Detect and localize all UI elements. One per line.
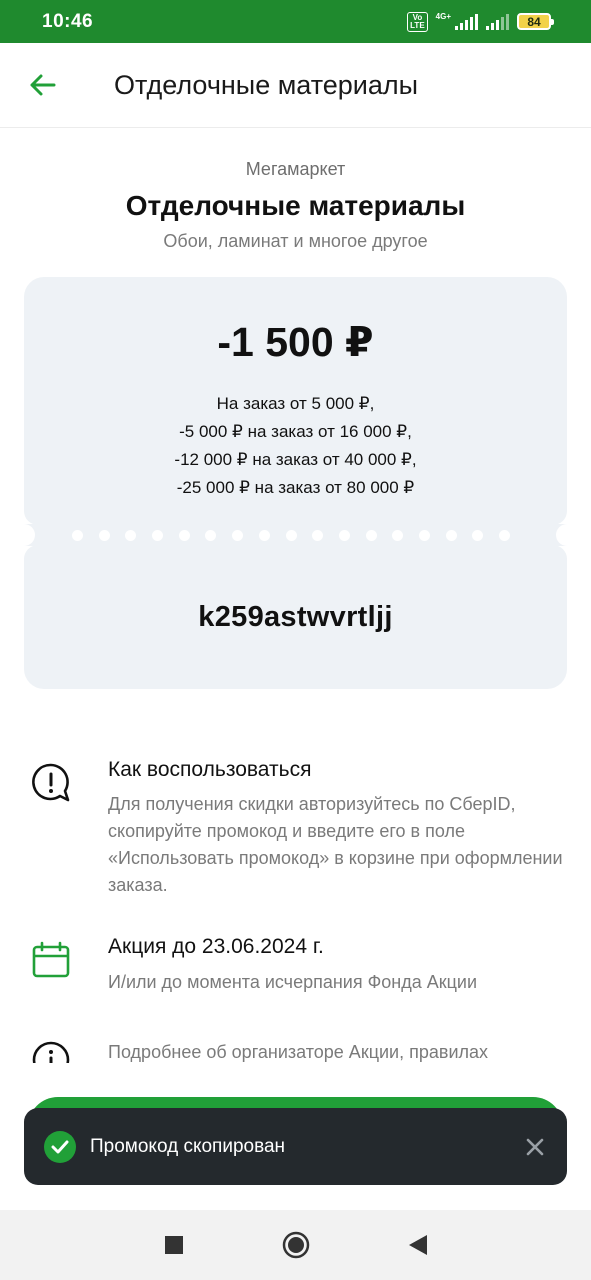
offer-subtitle: Обои, ламинат и многое другое xyxy=(163,231,428,251)
recents-button[interactable] xyxy=(113,1210,235,1280)
validity-text: И/или до момента исчерпания Фонда Акции xyxy=(108,972,478,992)
coupon-notch-left xyxy=(13,524,35,546)
volte-icon: Vo LTE xyxy=(407,11,428,32)
close-icon xyxy=(526,1138,544,1155)
validity-heading: Акция до 23.06.2024 г. xyxy=(108,935,324,958)
toast-text: Промокод скопирован xyxy=(90,1135,286,1157)
brand-name: Мегамаркет xyxy=(245,159,346,179)
triangle-back-icon xyxy=(408,1235,427,1255)
page-title: Отделочные материалы xyxy=(114,69,419,100)
organizer-link-text: Подробнее об организаторе Акции, правила… xyxy=(108,1042,489,1062)
condition-line: -5 000 ₽ на заказ от 16 000 ₽, xyxy=(179,422,412,441)
app-bar: Отделочные материалы xyxy=(0,43,591,128)
check-circle-icon xyxy=(44,1130,76,1163)
how-to-use-text: Для получения скидки авторизуйтесь по Сб… xyxy=(108,794,563,895)
coupon-notch-right xyxy=(556,524,578,546)
status-bar: 10:46 Vo LTE 4G+ 84 xyxy=(0,0,591,43)
discount-amount: -1 500 ₽ xyxy=(217,319,374,365)
toast-notification: Промокод скопирован xyxy=(24,1108,567,1185)
how-to-use-heading: Как воспользоваться xyxy=(108,758,312,781)
toast-close-button[interactable] xyxy=(503,1108,567,1185)
promo-code-card[interactable]: k259astwvrtljj xyxy=(24,545,567,689)
status-icons: Vo LTE 4G+ 84 xyxy=(407,11,554,32)
network-type: 4G+ xyxy=(435,11,451,21)
signal-icon-2 xyxy=(486,13,509,30)
back-button[interactable] xyxy=(0,43,84,128)
perforation-dots xyxy=(72,530,510,541)
calendar-icon xyxy=(32,941,70,978)
alert-bubble-icon xyxy=(32,763,70,802)
system-nav-bar xyxy=(0,1210,591,1280)
condition-line: -25 000 ₽ на заказ от 80 000 ₽ xyxy=(176,478,415,497)
condition-line: На заказ от 5 000 ₽, xyxy=(216,394,375,413)
home-button[interactable] xyxy=(235,1210,357,1280)
square-icon xyxy=(164,1236,183,1254)
condition-line: -12 000 ₽ на заказ от 40 000 ₽, xyxy=(174,450,417,469)
signal-icon xyxy=(455,13,478,30)
offer-title: Отделочные материалы xyxy=(125,190,466,221)
home-circle-icon xyxy=(282,1231,309,1259)
discount-conditions: На заказ от 5 000 ₽, -5 000 ₽ на заказ о… xyxy=(0,390,591,502)
promo-code: k259astwvrtljj xyxy=(198,600,393,633)
battery-icon: 84 xyxy=(517,13,554,30)
arrow-left-icon xyxy=(30,74,56,96)
back-nav-button[interactable] xyxy=(357,1210,479,1280)
status-time: 10:46 xyxy=(42,10,94,32)
